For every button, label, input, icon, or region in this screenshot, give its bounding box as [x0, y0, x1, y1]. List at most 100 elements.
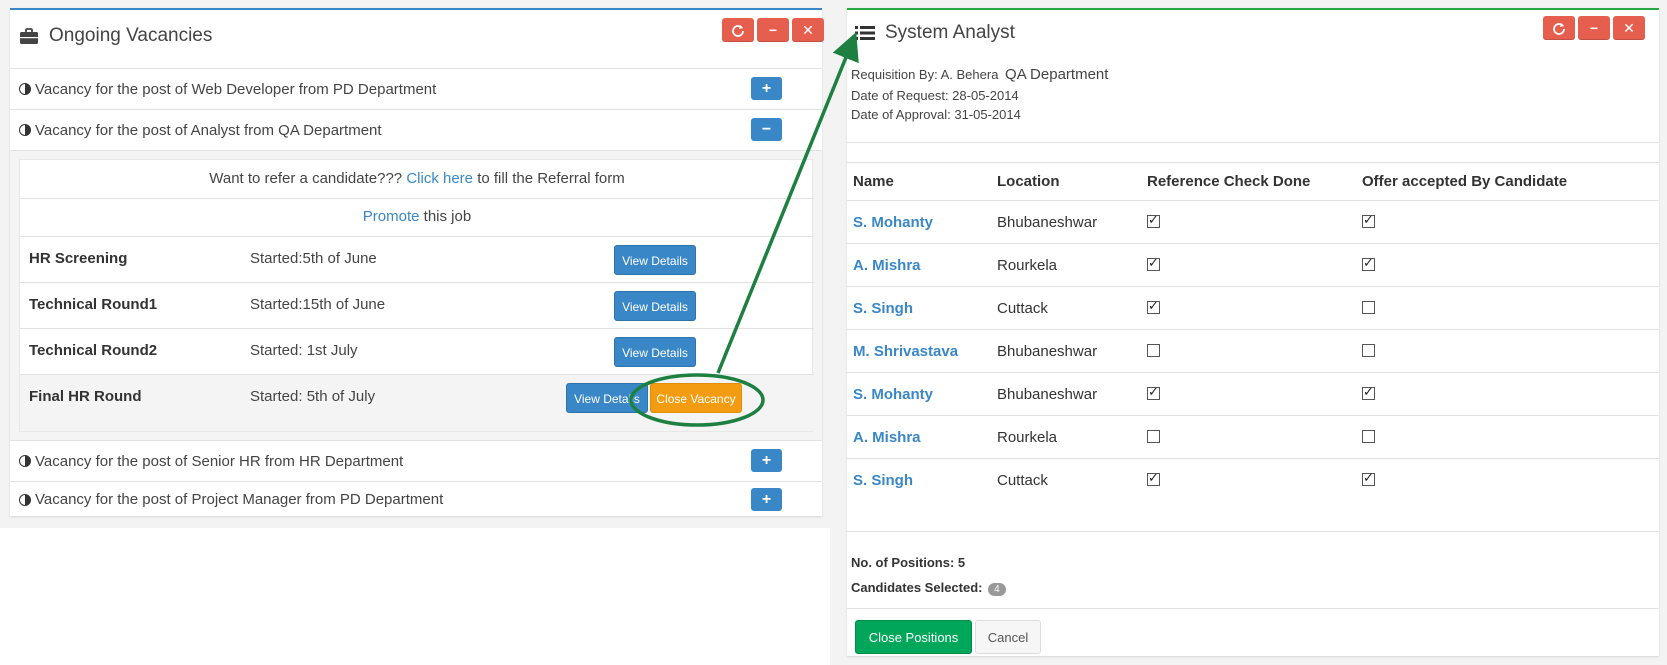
half-circle-icon — [19, 493, 31, 506]
stage-name: Technical Round2 — [29, 342, 158, 359]
offer-accepted-checkbox[interactable] — [1362, 344, 1375, 357]
requisition-by: Requisition By: A. Behera — [851, 67, 999, 82]
stage-row: Technical Round2 Started: 1st July View … — [20, 328, 814, 374]
vacancy-row[interactable]: Vacancy for the post of Senior HR from H… — [10, 440, 822, 481]
column-header: Location — [997, 173, 1060, 190]
divider — [847, 142, 1659, 143]
candidates-selected: Candidates Selected: 4 — [851, 580, 1006, 596]
refresh-button[interactable] — [1543, 16, 1575, 40]
divider — [847, 531, 1659, 532]
vacancy-details: Want to refer a candidate??? Click here … — [10, 150, 822, 440]
table-row: S. Mohanty Bhubaneshwar — [847, 372, 1659, 415]
vacancy-label: Vacancy for the post of Analyst from QA … — [35, 121, 382, 139]
stage-started: Started:5th of June — [250, 250, 377, 267]
close-positions-button[interactable]: Close Positions — [855, 620, 972, 654]
offer-accepted-checkbox[interactable] — [1362, 255, 1375, 271]
panel-controls: − ✕ — [722, 18, 824, 42]
system-analyst-panel: System Analyst − ✕ Requisition By: A. Be… — [847, 8, 1659, 656]
view-details-button[interactable]: View Details — [614, 337, 696, 367]
candidate-name-link[interactable]: S. Singh — [853, 472, 913, 489]
candidate-name-link[interactable]: S. Mohanty — [853, 214, 933, 231]
ongoing-vacancies-panel: Ongoing Vacancies − ✕ Vacancy for the po… — [10, 8, 824, 517]
reference-check-checkbox[interactable] — [1147, 344, 1160, 357]
panel-header: Ongoing Vacancies — [19, 25, 212, 47]
offer-accepted-checkbox[interactable] — [1362, 470, 1375, 486]
close-button[interactable]: ✕ — [792, 18, 824, 42]
vacancy-row[interactable]: Vacancy for the post of Project Manager … — [10, 481, 822, 517]
table-row: M. Shrivastava Bhubaneshwar — [847, 329, 1659, 372]
column-header: Offer accepted By Candidate — [1362, 173, 1568, 190]
expand-button[interactable]: + — [751, 488, 782, 511]
department: QA Department — [1005, 66, 1109, 83]
half-circle-icon — [19, 455, 31, 467]
panel-title: Ongoing Vacancies — [49, 25, 213, 46]
offer-accepted-checkbox[interactable] — [1362, 301, 1375, 314]
reference-check-checkbox[interactable] — [1147, 298, 1160, 314]
expand-button[interactable]: + — [751, 77, 782, 100]
promote-link[interactable]: Promote — [363, 208, 420, 225]
panel-title: System Analyst — [885, 22, 1015, 43]
reference-check-checkbox[interactable] — [1147, 470, 1160, 486]
view-details-button[interactable]: View Details — [614, 245, 696, 275]
vacancy-label: Vacancy for the post of Senior HR from H… — [35, 452, 404, 470]
close-vacancy-button[interactable]: Close Vacancy — [650, 383, 742, 413]
reference-check-checkbox[interactable] — [1147, 255, 1160, 271]
candidate-location: Bhubaneshwar — [997, 343, 1098, 360]
refresh-icon — [732, 25, 744, 37]
candidate-location: Bhubaneshwar — [997, 214, 1098, 231]
vacancy-label: Vacancy for the post of Project Manager … — [35, 491, 444, 508]
candidate-name-link[interactable]: S. Singh — [853, 300, 913, 317]
minimize-button[interactable]: − — [757, 18, 789, 42]
candidate-location: Rourkela — [997, 257, 1058, 274]
divider — [847, 608, 1659, 609]
positions-count: No. of Positions: 5 — [851, 555, 966, 570]
offer-accepted-checkbox[interactable] — [1362, 430, 1375, 443]
cancel-button[interactable]: Cancel — [975, 620, 1041, 654]
date-of-request: Date of Request: 28-05-2014 — [851, 88, 1019, 103]
refresh-button[interactable] — [722, 18, 754, 42]
referral-suffix: to fill the Referral form — [477, 170, 625, 187]
reference-check-checkbox[interactable] — [1147, 430, 1160, 443]
stage-row: Final HR Round Started: 5th of July View… — [20, 374, 814, 431]
selected-label: Candidates Selected: — [851, 580, 983, 595]
stage-row: HR Screening Started:5th of June View De… — [20, 236, 814, 282]
close-button[interactable]: ✕ — [1613, 16, 1645, 40]
vacancy-row[interactable]: Vacancy for the post of Web Developer fr… — [10, 68, 822, 109]
table-row: S. Singh Cuttack — [847, 286, 1659, 329]
minimize-icon: − — [1589, 20, 1599, 36]
half-circle-icon — [19, 83, 31, 95]
vacancy-row[interactable]: Vacancy for the post of Analyst from QA … — [10, 109, 822, 150]
expand-button[interactable]: + — [751, 449, 782, 472]
half-circle-icon — [19, 124, 31, 136]
candidate-location: Rourkela — [997, 429, 1058, 446]
minimize-icon: − — [768, 22, 778, 38]
reference-check-checkbox[interactable] — [1147, 212, 1160, 228]
table-row: A. Mishra Rourkela — [847, 243, 1659, 286]
candidate-name-link[interactable]: A. Mishra — [853, 257, 921, 274]
briefcase-icon — [20, 27, 38, 44]
reference-check-checkbox[interactable] — [1147, 384, 1160, 400]
panel-header: System Analyst — [855, 22, 1015, 44]
vacancy-label: Vacancy for the post of Web Developer fr… — [35, 80, 437, 98]
column-header: Name — [853, 173, 894, 190]
view-details-button[interactable]: View Details — [614, 291, 696, 321]
collapse-button[interactable]: − — [751, 118, 782, 141]
table-header: Name Location Reference Check Done Offer… — [847, 162, 1659, 200]
stage-name: Technical Round1 — [29, 296, 158, 313]
view-details-button[interactable]: View Details — [566, 383, 648, 413]
column-header: Reference Check Done — [1147, 173, 1311, 190]
candidate-name-link[interactable]: A. Mishra — [853, 429, 921, 446]
candidate-name-link[interactable]: S. Mohanty — [853, 386, 933, 403]
table-body: S. Mohanty Bhubaneshwar A. Mishra Rourkela S… — [847, 200, 1659, 501]
candidate-location: Cuttack — [997, 472, 1048, 489]
candidate-name-link[interactable]: M. Shrivastava — [853, 343, 958, 360]
offer-accepted-checkbox[interactable] — [1362, 212, 1375, 228]
referral-prefix: Want to refer a candidate??? — [209, 170, 403, 187]
stage-started: Started: 5th of July — [250, 388, 376, 405]
minimize-button[interactable]: − — [1578, 16, 1610, 40]
referral-link[interactable]: Click here — [406, 170, 473, 187]
date-of-approval: Date of Approval: 31-05-2014 — [851, 107, 1021, 122]
refresh-icon — [1553, 23, 1565, 35]
offer-accepted-checkbox[interactable] — [1362, 384, 1375, 400]
close-icon: ✕ — [1623, 20, 1635, 36]
